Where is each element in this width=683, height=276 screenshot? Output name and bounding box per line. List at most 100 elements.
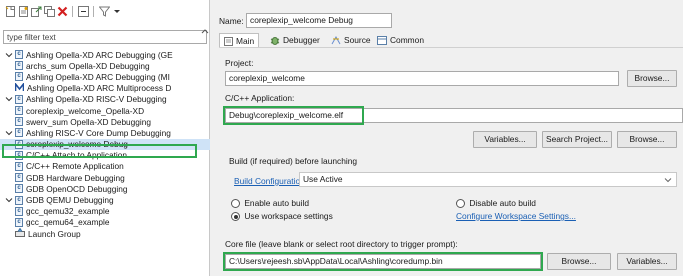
tree-item[interactable]: c coreplexip_welcome_Opella-XD (0, 105, 210, 116)
c-launch-config-icon: c (15, 50, 23, 60)
filter-menu-chevron-icon[interactable] (111, 5, 123, 17)
tree-item-label: coreplexip_welcome Debug (26, 139, 128, 150)
chevron-down-icon[interactable] (5, 95, 13, 103)
build-configuration-link[interactable]: Build Configuration: (234, 176, 307, 186)
core-file-label: Core file (leave blank or select root di… (225, 239, 458, 249)
disable-auto-build-radio[interactable] (456, 199, 465, 209)
tree-item-label: Ashling Opella-XD RISC-V Debugging (26, 94, 167, 105)
collapse-all-icon[interactable] (77, 5, 89, 17)
build-configuration-select[interactable]: Use Active (299, 172, 677, 187)
project-label: Project: (225, 58, 254, 68)
chevron-down-icon[interactable] (5, 196, 13, 204)
tree-category[interactable]: Ashling Opella-XD ARC Multiprocess D (0, 82, 210, 94)
tree-item[interactable]: c coreplexip_welcome Debug (0, 138, 210, 150)
tab-debugger[interactable]: Debugger (266, 33, 324, 47)
tab-source-label: Source (344, 35, 371, 45)
tree-item-label: Ashling Opella-XD ARC Debugging (GE (26, 49, 173, 60)
c-launch-config-icon: c (15, 139, 23, 149)
chevron-down-icon[interactable] (5, 129, 13, 137)
search-project-button[interactable]: Search Project... (542, 131, 612, 148)
disable-auto-build-option[interactable]: Disable auto build (456, 198, 536, 209)
new-prototype-icon[interactable] (17, 5, 29, 17)
c-launch-config-icon: c (15, 195, 23, 205)
new-config-icon[interactable] (4, 5, 16, 17)
tree-category[interactable]: c Ashling Opella-XD RISC-V Debugging (0, 94, 210, 105)
launch-group-icon (15, 228, 25, 239)
variables-button[interactable]: Variables... (473, 131, 537, 148)
filter-input[interactable] (3, 30, 207, 44)
chevron-right-icon[interactable] (5, 151, 13, 159)
tree-item-label: archs_sum Opella-XD Debugging (26, 60, 150, 71)
debugger-icon (270, 36, 280, 45)
tree-category[interactable]: c GDB Hardware Debugging (0, 172, 210, 183)
c-launch-config-icon: c (15, 217, 23, 227)
project-input[interactable]: coreplexip_welcome (225, 71, 619, 86)
chevron-right-icon[interactable] (5, 174, 13, 182)
tree-category[interactable]: c C/C++ Remote Application (0, 161, 210, 172)
c-launch-config-icon: c (15, 161, 23, 171)
app-browse-button[interactable]: Browse... (617, 131, 677, 148)
tab-common[interactable]: Common (373, 33, 428, 47)
main-icon (224, 36, 233, 46)
delete-icon[interactable] (56, 5, 68, 17)
core-file-input[interactable]: C:\Users\rejeesh.sb\AppData\Local\Ashlin… (225, 254, 541, 269)
enable-auto-build-option[interactable]: Enable auto build (231, 198, 310, 209)
tree-item[interactable]: c gcc_qemu32_example (0, 206, 210, 217)
tree-item-label: Ashling Opella-XD ARC Debugging (MI (26, 71, 170, 82)
tab-main-label: Main (236, 36, 255, 46)
tab-source[interactable]: Source (327, 33, 375, 47)
c-launch-config-icon: c (15, 117, 23, 127)
tab-divider (219, 47, 683, 48)
tree-category[interactable]: c GDB OpenOCD Debugging (0, 183, 210, 194)
chevron-down-icon (664, 178, 672, 183)
tree-category[interactable]: Launch Group (0, 228, 210, 239)
launch-config-tree-panel: cAshling Opella-XD ARC Debugging (GEcarc… (0, 0, 210, 276)
filter-icon[interactable] (98, 5, 110, 17)
tree-item-label: gcc_qemu32_example (26, 206, 110, 217)
tree-category[interactable]: c Ashling Opella-XD ARC Debugging (MI (0, 71, 210, 82)
c-launch-config-icon: c (15, 184, 23, 194)
tree-item-label: coreplexip_welcome_Opella-XD (26, 105, 145, 116)
use-workspace-settings-option[interactable]: Use workspace settings (231, 211, 333, 222)
tree-item[interactable]: c swerv_sum Opella-XD Debugging (0, 116, 210, 127)
common-icon (377, 35, 387, 45)
chevron-right-icon[interactable] (5, 185, 13, 193)
tree-scroll-up[interactable] (201, 28, 209, 44)
duplicate-icon[interactable] (43, 5, 55, 17)
tree-category[interactable]: c GDB QEMU Debugging (0, 194, 210, 205)
tree-item-label: swerv_sum Opella-XD Debugging (26, 116, 151, 127)
c-launch-config-icon: c (15, 206, 23, 216)
tree-toolbar (0, 0, 209, 22)
enable-auto-build-label: Enable auto build (244, 198, 310, 208)
core-variables-button[interactable]: Variables... (617, 253, 677, 270)
chevron-right-icon[interactable] (5, 73, 13, 81)
c-launch-config-icon: c (15, 72, 23, 82)
tab-main[interactable]: Main (219, 33, 260, 48)
enable-auto-build-radio[interactable] (231, 199, 240, 209)
tree-item-label: Launch Group (28, 228, 81, 239)
export-icon[interactable] (30, 5, 42, 17)
tree-item[interactable]: c archs_sum Opella-XD Debugging (0, 60, 210, 71)
name-input[interactable]: coreplexip_welcome Debug (246, 13, 392, 28)
tree-item[interactable]: c gcc_qemu64_example (0, 217, 210, 228)
tree-category[interactable]: c Ashling Opella-XD ARC Debugging (GE (0, 49, 210, 60)
multiprocess-icon (14, 82, 25, 94)
app-label: C/C++ Application: (225, 93, 295, 103)
configure-workspace-settings-link[interactable]: Configure Workspace Settings... (456, 211, 576, 221)
tree-category[interactable]: c Ashling RISC-V Core Dump Debugging (0, 127, 210, 138)
core-browse-button[interactable]: Browse... (547, 253, 611, 270)
tree-item-label: C/C++ Remote Application (26, 161, 124, 172)
tree-item-label: gcc_qemu64_example (26, 217, 110, 228)
tree-category[interactable]: c C/C++ Attach to Application (0, 150, 210, 161)
tree-item-label: Ashling RISC-V Core Dump Debugging (26, 127, 171, 138)
chevron-down-icon[interactable] (5, 51, 13, 59)
chevron-right-icon[interactable] (5, 84, 13, 92)
c-launch-config-icon: c (15, 106, 23, 116)
project-browse-button[interactable]: Browse... (627, 70, 677, 87)
chevron-right-icon[interactable] (5, 162, 13, 170)
chevron-right-icon[interactable] (5, 230, 13, 238)
source-icon (331, 35, 341, 44)
tab-debugger-label: Debugger (283, 35, 320, 45)
app-input[interactable]: Debug\coreplexip_welcome.elf (225, 108, 683, 123)
use-workspace-settings-radio[interactable] (231, 212, 240, 222)
